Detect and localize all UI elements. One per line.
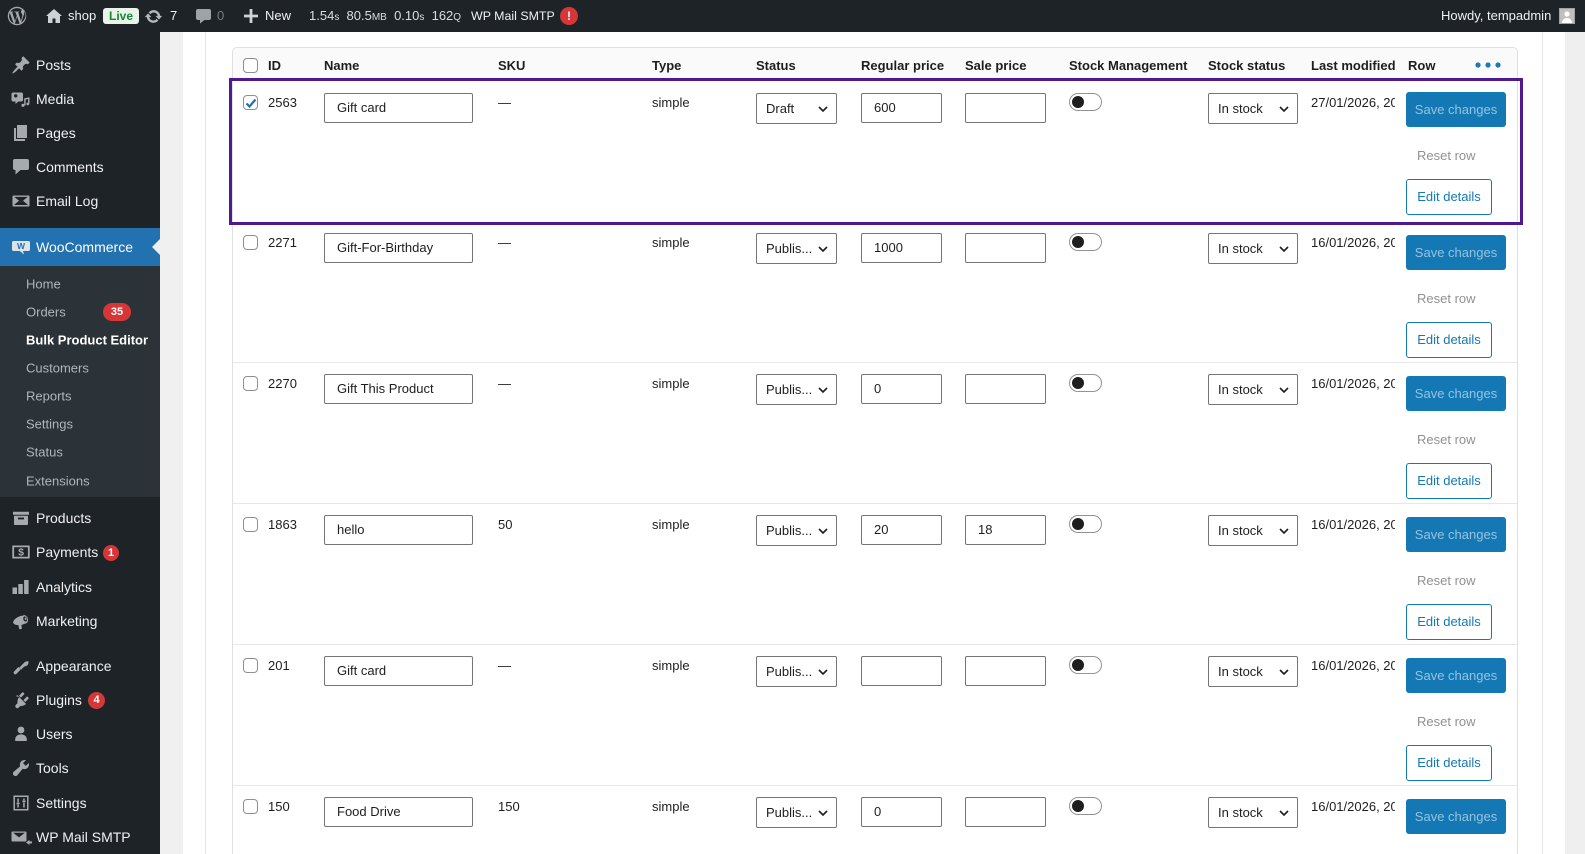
svg-text:W: W [17,241,26,251]
svg-text:$: $ [18,547,24,559]
